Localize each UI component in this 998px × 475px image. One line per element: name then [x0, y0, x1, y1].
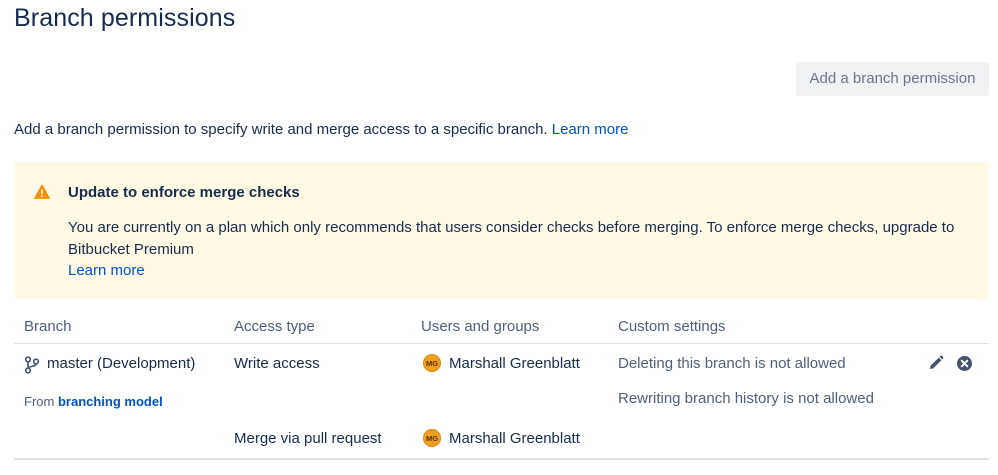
intro-learn-more-link[interactable]: Learn more	[552, 121, 629, 138]
warning-learn-more-link[interactable]: Learn more	[68, 262, 145, 279]
intro-text: Add a branch permission to specify write…	[14, 121, 628, 138]
column-header-access-type: Access type	[234, 318, 315, 335]
access-type-merge: Merge via pull request	[234, 430, 382, 447]
edit-icon[interactable]	[928, 355, 944, 371]
intro-description: Add a branch permission to specify write…	[14, 121, 548, 138]
merge-checks-warning: Update to enforce merge checks You are c…	[14, 162, 989, 299]
custom-setting-rewrite: Rewriting branch history is not allowed	[618, 390, 874, 407]
branch-permissions-page: Branch permissions Add a branch permissi…	[0, 0, 998, 475]
branching-model-link[interactable]: branching model	[58, 394, 163, 409]
column-header-users-and-groups: Users and groups	[421, 318, 540, 335]
branch-source: From branching model	[24, 394, 163, 409]
table-header-divider	[14, 343, 989, 344]
avatar: MG	[423, 429, 441, 447]
page-title: Branch permissions	[14, 4, 236, 32]
warning-icon	[34, 184, 50, 199]
warning-title: Update to enforce merge checks	[68, 184, 300, 201]
column-header-branch: Branch	[24, 318, 72, 335]
custom-setting-delete: Deleting this branch is not allowed	[618, 355, 846, 372]
warning-body: You are currently on a plan which only r…	[68, 219, 955, 258]
avatar: MG	[423, 354, 441, 372]
remove-icon[interactable]	[956, 355, 973, 372]
branch-name: master (Development)	[47, 355, 196, 372]
user-name: Marshall Greenblatt	[449, 430, 580, 447]
add-branch-permission-button[interactable]: Add a branch permission	[796, 62, 989, 96]
branch-source-prefix: From	[24, 394, 55, 409]
branch-icon	[24, 356, 40, 374]
column-header-custom-settings: Custom settings	[618, 318, 726, 335]
table-bottom-divider	[14, 458, 989, 460]
access-type-write: Write access	[234, 355, 320, 372]
user-name: Marshall Greenblatt	[449, 355, 580, 372]
